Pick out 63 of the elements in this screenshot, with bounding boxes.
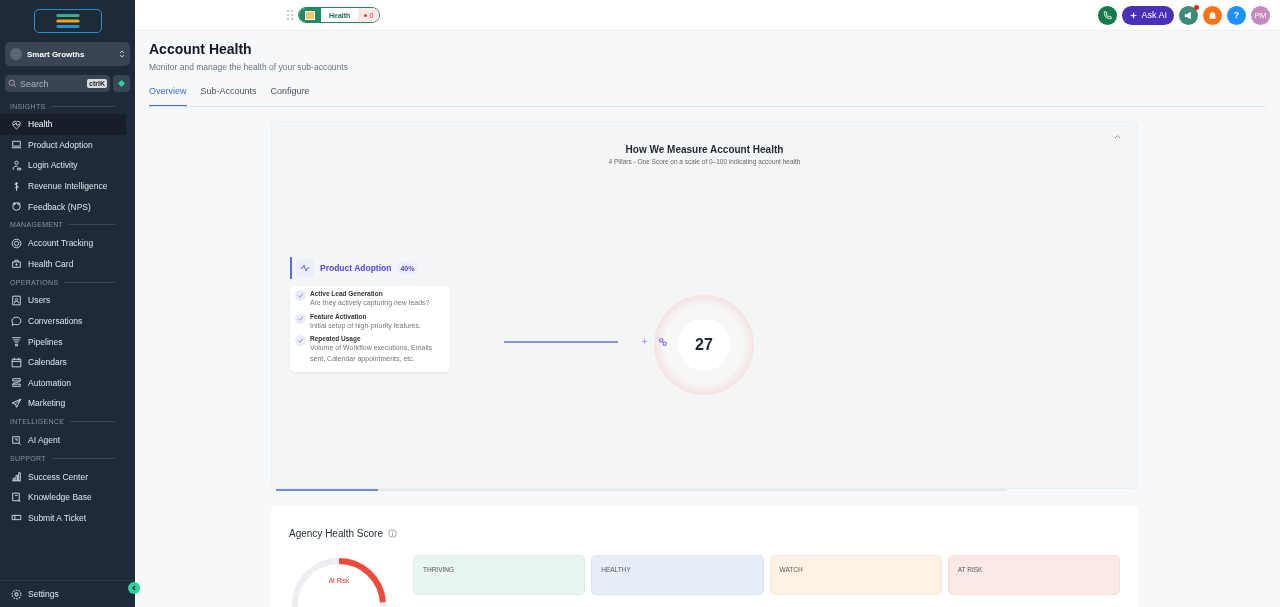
sparkle-icon xyxy=(1129,10,1139,20)
quick-action-button[interactable] xyxy=(113,75,130,92)
funnel-icon xyxy=(10,335,23,349)
bell-button[interactable] xyxy=(1203,5,1222,25)
search-icon xyxy=(8,79,17,88)
chevron-left-icon xyxy=(131,585,137,591)
chat-bubble-icon xyxy=(10,314,23,328)
account-icon xyxy=(10,48,22,60)
nav-item[interactable]: Knowledge Base xyxy=(0,486,126,508)
nav-item[interactable]: Login Activity xyxy=(0,155,126,176)
nav-item[interactable]: Health xyxy=(0,114,126,135)
sparkle-icon xyxy=(640,337,649,346)
user-icon xyxy=(10,159,23,172)
account-switcher[interactable]: Smart Growths xyxy=(5,42,130,66)
tab[interactable]: Overview xyxy=(149,86,187,106)
check-icon xyxy=(295,335,306,346)
nav-item[interactable]: Success Center xyxy=(0,466,126,487)
card-title: Agency Health Score xyxy=(289,528,383,539)
nav-item[interactable]: Marketing xyxy=(0,393,126,414)
nav-item[interactable]: Users xyxy=(0,290,126,311)
nav-item[interactable]: Submit A Ticket xyxy=(0,507,126,529)
megaphone-button[interactable] xyxy=(1179,5,1198,25)
target-icon xyxy=(10,236,23,250)
page-subtitle: Monitor and manage the health of your sub-accounts xyxy=(149,62,349,72)
contact-card-icon xyxy=(10,293,23,307)
nav-item[interactable]: Product Adoption xyxy=(0,134,126,156)
check-icon xyxy=(295,312,306,324)
chevron-updown-icon xyxy=(119,49,125,59)
settings-icon xyxy=(10,587,23,601)
phone-button[interactable] xyxy=(1098,5,1118,25)
tab[interactable]: Configure xyxy=(270,86,310,106)
app-icon xyxy=(299,8,321,22)
activity-icon xyxy=(296,259,314,277)
score-value: 27 xyxy=(678,319,730,371)
page-title: Account Health xyxy=(149,41,253,57)
bell-icon xyxy=(1207,9,1218,21)
logo-icon xyxy=(33,9,102,33)
check-icon xyxy=(295,290,306,301)
ask-ai-button[interactable]: Ask AI xyxy=(1122,5,1174,25)
nav-item[interactable]: Revenue Intelligence xyxy=(0,175,126,197)
workflow-icon xyxy=(10,376,23,390)
nav-item[interactable]: Pipelines xyxy=(0,331,126,352)
link-icon xyxy=(658,337,668,347)
book-icon xyxy=(10,490,23,504)
tab[interactable]: Sub-Accounts xyxy=(200,86,257,106)
bar-chart-icon xyxy=(10,470,23,484)
drag-handle-icon[interactable] xyxy=(287,10,293,20)
nav-item[interactable]: AI Agent xyxy=(0,429,126,451)
nav-item[interactable]: Health Card xyxy=(0,253,126,275)
paper-plane-icon xyxy=(10,396,23,410)
search-input[interactable]: Search xyxy=(20,78,85,89)
phone-icon xyxy=(1102,9,1114,21)
calendar-icon xyxy=(10,355,23,369)
megaphone-icon xyxy=(1183,9,1194,21)
briefcase-icon xyxy=(10,257,23,271)
nav-item[interactable]: Automation xyxy=(0,372,126,394)
nav-item[interactable]: Account Tracking xyxy=(0,232,126,254)
caret-up-icon[interactable] xyxy=(1114,134,1121,139)
nav-item[interactable]: Conversations xyxy=(0,310,126,332)
info-icon[interactable] xyxy=(387,529,397,538)
card-title: How We Measure Account Health xyxy=(625,144,784,155)
nav-item[interactable]: Feedback (NPS) xyxy=(0,196,126,217)
nav-item[interactable]: Calendars xyxy=(0,351,126,373)
